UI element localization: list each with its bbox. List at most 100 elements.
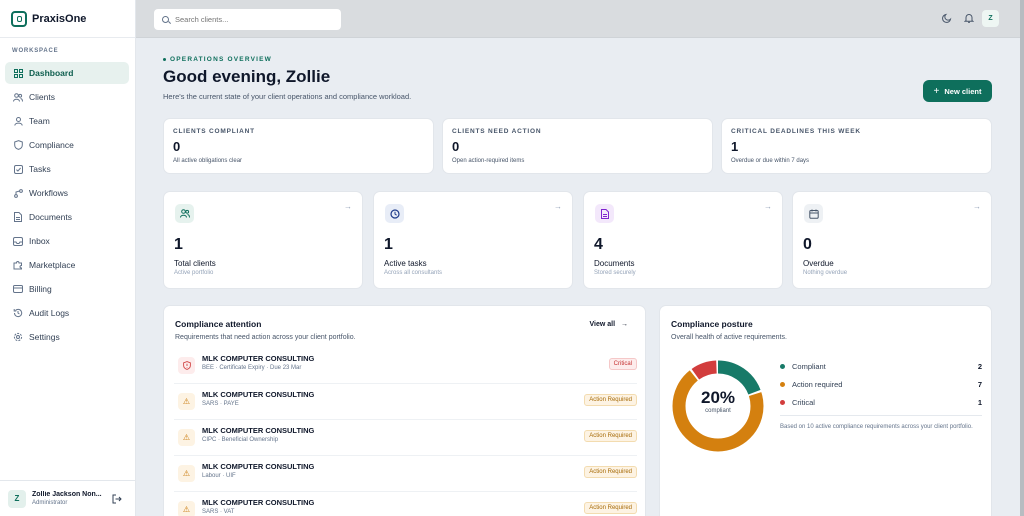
warning-icon: ⚠ [178, 429, 195, 446]
puzzle-icon [13, 260, 23, 270]
legend-value: 2 [977, 362, 982, 371]
sidebar-item-label: Documents [29, 212, 72, 222]
users-icon [175, 204, 194, 223]
status-badge: Action Required [584, 394, 637, 406]
list-item[interactable]: ⚠ MLK COMPUTER CONSULTING Labour · UIF A… [174, 456, 637, 492]
gear-icon [13, 332, 23, 342]
sidebar-item-tasks[interactable]: Tasks [5, 158, 129, 180]
stat-label: CLIENTS NEED ACTION [452, 128, 542, 135]
status-badge: Critical [608, 358, 637, 370]
sidebar-item-audit-logs[interactable]: Audit Logs [5, 302, 129, 324]
donut-label: compliant [705, 408, 731, 414]
stat-note: Overdue or due within 7 days [731, 158, 810, 164]
bell-icon[interactable] [963, 13, 975, 26]
search-box[interactable] [154, 9, 341, 30]
brand[interactable]: PraxisOne [0, 0, 135, 38]
grid-icon [13, 68, 23, 78]
avatar[interactable]: Z [982, 10, 999, 27]
sidebar-item-marketplace[interactable]: Marketplace [5, 254, 129, 276]
document-icon [595, 204, 614, 223]
donut-chart: 20% compliant [670, 358, 766, 454]
metric-sub: Across all consultants [384, 270, 443, 276]
checkbox-icon [13, 164, 23, 174]
history-icon [13, 308, 23, 318]
scrollbar[interactable] [1020, 0, 1024, 516]
stat-card-clients-need-action: CLIENTS NEED ACTION 0 Open action-requir… [442, 118, 713, 174]
status-badge: Action Required [584, 466, 637, 478]
stat-note: Open action-required items [452, 158, 525, 164]
panel-subtitle: Overall health of active requirements. [671, 334, 787, 341]
metric-value: 1 [174, 236, 183, 253]
posture-note: Based on 10 active compliance requiremen… [780, 424, 973, 430]
stat-value: 1 [731, 139, 739, 154]
sidebar-item-settings[interactable]: Settings [5, 326, 129, 348]
metric-card-active-tasks[interactable]: → 1 Active tasks Across all consultants [373, 191, 573, 289]
stat-card-critical-deadlines: CRITICAL DEADLINES THIS WEEK 1 Overdue o… [721, 118, 992, 174]
list-item[interactable]: MLK COMPUTER CONSULTING BEE · Certificat… [174, 348, 637, 384]
metric-card-overdue[interactable]: → 0 Overdue Nothing overdue [792, 191, 992, 289]
search-icon [162, 16, 169, 23]
sidebar-item-label: Inbox [29, 236, 50, 246]
arrow-up-right-icon: → [764, 202, 772, 211]
client-name: MLK COMPUTER CONSULTING [202, 426, 315, 435]
sidebar-item-billing[interactable]: Billing [5, 278, 129, 300]
metric-card-documents[interactable]: → 4 Documents Stored securely [583, 191, 783, 289]
logout-icon[interactable] [112, 494, 122, 506]
warning-icon: ⚠ [178, 501, 195, 516]
page-title: Good evening, Zollie [163, 67, 331, 86]
user-role: Administrator [32, 500, 68, 506]
metric-label: Overdue [803, 259, 834, 268]
legend-value: 1 [977, 398, 982, 407]
stat-value: 0 [452, 139, 460, 154]
arrow-up-right-icon: → [973, 202, 981, 211]
metric-label: Documents [594, 259, 635, 268]
view-all-link[interactable]: View all → [589, 321, 628, 328]
metric-value: 0 [803, 236, 812, 253]
praxisone-logo-icon [11, 10, 27, 27]
metric-value: 1 [384, 236, 393, 253]
requirement-meta: CIPC · Beneficial Ownership [202, 437, 279, 443]
moon-icon[interactable] [942, 13, 952, 26]
metric-sub: Stored securely [594, 270, 636, 276]
page-subtitle: Here's the current state of your client … [163, 92, 412, 101]
panel-title: Compliance attention [175, 319, 262, 329]
metric-label: Total clients [174, 259, 216, 268]
sidebar-item-clients[interactable]: Clients [5, 86, 129, 108]
divider [780, 415, 982, 416]
sidebar-item-workflows[interactable]: Workflows [5, 182, 129, 204]
sidebar-item-label: Workflows [29, 188, 69, 198]
metric-card-total-clients[interactable]: → 1 Total clients Active portfolio [163, 191, 363, 289]
client-name: MLK COMPUTER CONSULTING [202, 462, 315, 471]
sidebar-item-inbox[interactable]: Inbox [5, 230, 129, 252]
new-client-button[interactable]: + New client [923, 80, 992, 102]
shield-alert-icon [178, 357, 195, 374]
sidebar-item-label: Billing [29, 284, 52, 294]
plus-icon: + [933, 85, 940, 97]
user-profile[interactable]: Z Zollie Jackson Non... Administrator [0, 480, 136, 516]
sidebar-item-dashboard[interactable]: Dashboard [5, 62, 129, 84]
topbar: Z [136, 0, 1020, 38]
status-badge: Action Required [584, 502, 637, 514]
metric-sub: Nothing overdue [803, 270, 848, 276]
search-input[interactable] [175, 15, 325, 24]
legend-dot [780, 364, 785, 369]
requirement-meta: BEE · Certificate Expiry · Due 23 Mar [202, 365, 302, 371]
stat-card-clients-compliant: CLIENTS COMPLIANT 0 All active obligatio… [163, 118, 434, 174]
sidebar-item-team[interactable]: Team [5, 110, 129, 132]
list-item[interactable]: ⚠ MLK COMPUTER CONSULTING SARS · PAYE Ac… [174, 384, 637, 420]
sidebar-item-documents[interactable]: Documents [5, 206, 129, 228]
client-name: MLK COMPUTER CONSULTING [202, 354, 315, 363]
avatar: Z [8, 489, 26, 508]
arrow-up-right-icon: → [344, 202, 352, 211]
document-icon [13, 212, 23, 222]
requirement-meta: Labour · UIF [202, 473, 236, 479]
list-item[interactable]: ⚠ MLK COMPUTER CONSULTING CIPC · Benefic… [174, 420, 637, 456]
list-item[interactable]: ⚠ MLK COMPUTER CONSULTING SARS · VAT Act… [174, 492, 637, 516]
sidebar-item-compliance[interactable]: Compliance [5, 134, 129, 156]
compliance-posture-panel: Compliance posture Overall health of act… [659, 305, 992, 516]
sidebar-item-label: Clients [29, 92, 55, 102]
sidebar-item-label: Audit Logs [29, 308, 70, 318]
users-icon [13, 92, 23, 102]
workspace-label: WORKSPACE [12, 48, 59, 54]
status-badge: Action Required [584, 430, 637, 442]
